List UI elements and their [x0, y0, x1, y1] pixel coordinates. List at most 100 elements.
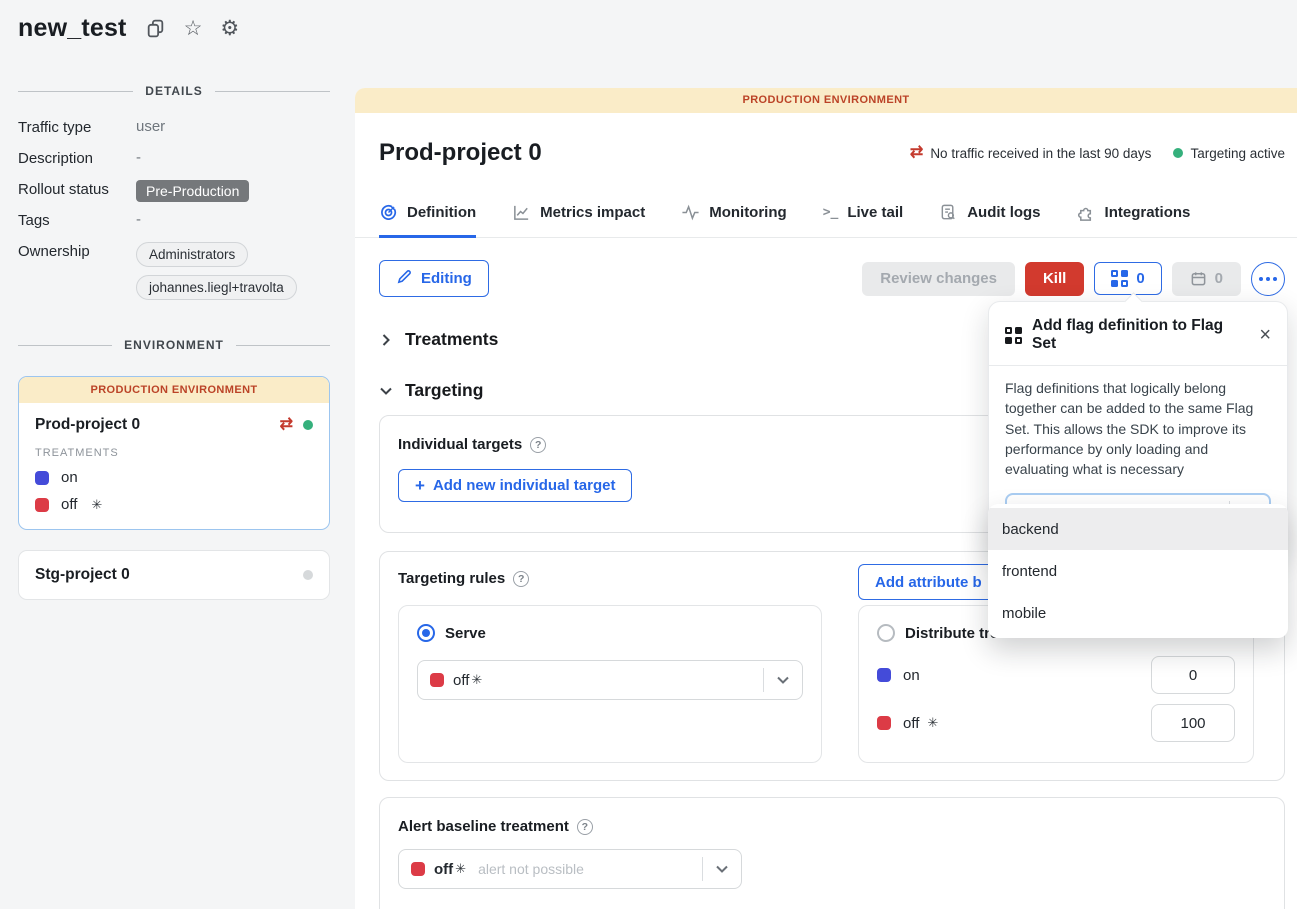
dropdown-option-backend[interactable]: backend — [988, 508, 1288, 550]
help-icon[interactable]: ? — [530, 437, 546, 453]
detail-row-tags: Tags - — [18, 211, 330, 233]
default-treatment-icon: ✳ — [471, 672, 482, 688]
environment-card-production[interactable]: PRODUCTION ENVIRONMENT Prod-project 0 ⇄ … — [18, 376, 330, 530]
flag-set-icon — [1111, 270, 1128, 287]
tab-audit-logs[interactable]: Audit logs — [939, 203, 1040, 238]
treatment-color-swatch — [35, 471, 49, 485]
tab-label: Audit logs — [967, 204, 1040, 221]
add-attribute-rule-label: Add attribute b — [875, 574, 982, 591]
chevron-right-icon — [379, 333, 393, 347]
gear-icon[interactable]: ⚙ — [220, 18, 239, 39]
close-icon[interactable]: × — [1259, 325, 1271, 345]
traffic-arrows-icon: ⇄ — [280, 417, 293, 433]
production-banner: PRODUCTION ENVIRONMENT — [19, 377, 329, 403]
puzzle-icon — [1077, 203, 1096, 222]
detail-label: Rollout status — [18, 180, 136, 198]
schedule-count: 0 — [1215, 270, 1223, 287]
percentage-input-on[interactable] — [1151, 656, 1235, 694]
dropdown-option-mobile[interactable]: mobile — [988, 592, 1288, 634]
selected-treatment: off — [434, 861, 453, 878]
detail-value: user — [136, 118, 165, 135]
flag-set-icon — [1005, 327, 1022, 344]
treatment-color-swatch — [411, 862, 425, 876]
distribute-radio[interactable] — [877, 624, 895, 642]
details-heading-label: DETAILS — [145, 84, 202, 98]
owner-pill[interactable]: johannes.liegl+travolta — [136, 275, 297, 300]
chevron-down-icon — [764, 673, 802, 687]
treatment-name: on — [903, 667, 920, 684]
editing-button[interactable]: Editing — [379, 260, 489, 297]
serve-radio[interactable] — [417, 624, 435, 642]
environment-heading: ENVIRONMENT — [18, 338, 330, 352]
treatments-label: TREATMENTS — [35, 447, 313, 459]
terminal-icon: >_ — [823, 205, 839, 220]
detail-label: Ownership — [18, 242, 136, 260]
selected-treatment: off — [453, 672, 469, 689]
owner-pill[interactable]: Administrators — [136, 242, 248, 267]
tab-live-tail[interactable]: >_ Live tail — [823, 203, 904, 238]
environment-title: Prod-project 0 — [379, 139, 542, 167]
flag-set-count: 0 — [1136, 270, 1144, 287]
kill-label: Kill — [1043, 270, 1066, 287]
review-changes-button[interactable]: Review changes — [862, 262, 1015, 296]
section-targeting-label: Targeting — [405, 380, 483, 401]
treatment-color-swatch — [877, 668, 891, 682]
audit-log-icon — [939, 203, 958, 222]
page-title: new_test — [18, 14, 127, 43]
sidebar: DETAILS Traffic type user Description - … — [18, 78, 330, 600]
treatment-name: off — [903, 715, 919, 732]
treatment-color-swatch — [877, 716, 891, 730]
help-icon[interactable]: ? — [513, 571, 529, 587]
distribute-row: off ✳ — [877, 704, 1235, 742]
tab-label: Metrics impact — [540, 204, 645, 221]
production-environment-banner: PRODUCTION ENVIRONMENT — [355, 88, 1297, 113]
flag-sets-button[interactable]: 0 — [1094, 262, 1161, 295]
app-header: new_test ☆ ⚙ — [18, 14, 239, 43]
chevron-down-icon — [703, 862, 741, 876]
targeting-active-dot — [1173, 148, 1183, 158]
help-icon[interactable]: ? — [577, 819, 593, 835]
treatment-color-swatch — [35, 498, 49, 512]
kill-button[interactable]: Kill — [1025, 262, 1084, 296]
individual-targets-title: Individual targets — [398, 436, 522, 453]
percentage-input-off[interactable] — [1151, 704, 1235, 742]
pulse-icon — [681, 203, 700, 222]
copy-icon[interactable] — [145, 18, 166, 39]
dots-icon — [1259, 277, 1263, 281]
tab-metrics-impact[interactable]: Metrics impact — [512, 203, 645, 238]
tab-label: Live tail — [847, 204, 903, 221]
tab-monitoring[interactable]: Monitoring — [681, 203, 786, 238]
schedule-button[interactable]: 0 — [1172, 262, 1241, 296]
distribute-row: on — [877, 656, 1235, 694]
popover-title: Add flag definition to Flag Set — [1032, 317, 1249, 353]
add-individual-target-button[interactable]: + Add new individual target — [398, 469, 632, 502]
environment-heading-label: ENVIRONMENT — [124, 338, 224, 352]
calendar-icon — [1190, 270, 1207, 287]
traffic-arrows-icon: ⇄ — [910, 145, 923, 161]
alert-baseline-select[interactable]: off ✳ alert not possible — [398, 849, 742, 889]
star-icon[interactable]: ☆ — [184, 18, 203, 39]
alert-baseline-card: Alert baseline treatment ? off ✳ alert n… — [379, 797, 1285, 909]
detail-row-traffic-type: Traffic type user — [18, 118, 330, 140]
popover-description: Flag definitions that logically belong t… — [1005, 378, 1271, 479]
tab-integrations[interactable]: Integrations — [1077, 203, 1191, 238]
treatment-color-swatch — [430, 673, 444, 687]
detail-row-ownership: Ownership Administrators johannes.liegl+… — [18, 242, 330, 300]
serve-option-card: Serve off ✳ — [398, 605, 822, 763]
detail-label: Tags — [18, 211, 136, 229]
default-treatment-icon: ✳ — [91, 497, 102, 513]
environment-name: Stg-project 0 — [35, 566, 303, 584]
more-actions-button[interactable] — [1251, 262, 1285, 296]
detail-label: Description — [18, 149, 136, 167]
plus-icon: + — [415, 477, 425, 494]
details-heading: DETAILS — [18, 84, 330, 98]
detail-label: Traffic type — [18, 118, 136, 136]
dropdown-option-frontend[interactable]: frontend — [988, 550, 1288, 592]
status-dot-active — [303, 420, 313, 430]
environment-card-staging[interactable]: Stg-project 0 — [18, 550, 330, 600]
tab-definition[interactable]: Definition — [379, 203, 476, 238]
alert-hint: alert not possible — [478, 861, 584, 877]
serve-treatment-select[interactable]: off ✳ — [417, 660, 803, 700]
tab-label: Monitoring — [709, 204, 786, 221]
tab-label: Definition — [407, 204, 476, 221]
